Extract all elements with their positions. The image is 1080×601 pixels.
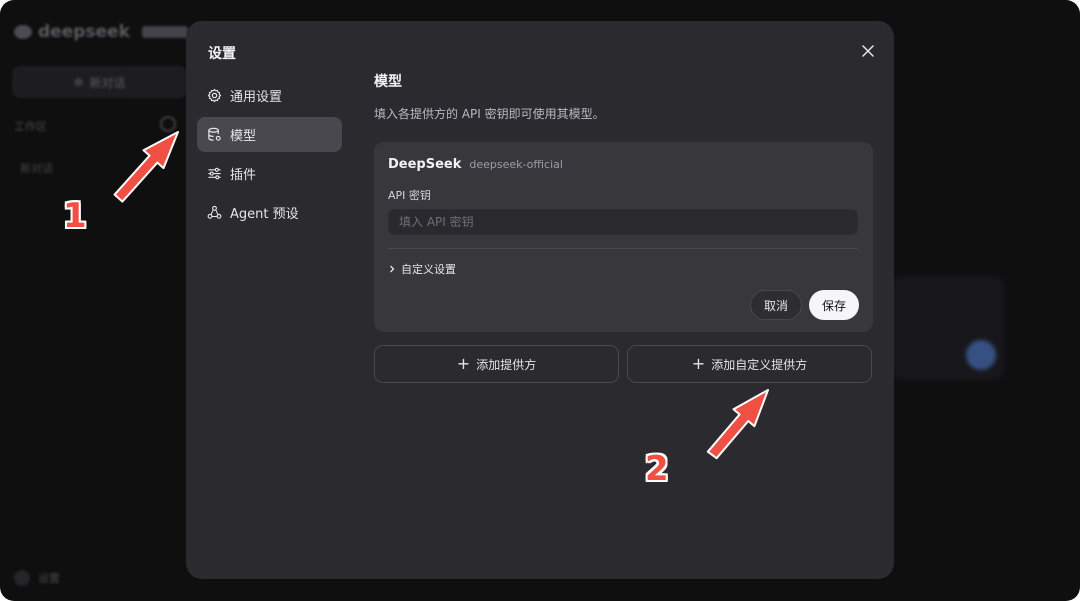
sliders-icon <box>207 166 222 181</box>
workspace-section-label: 工作区 <box>14 120 47 133</box>
background-orb <box>966 340 996 370</box>
api-key-input[interactable] <box>388 209 858 235</box>
agent-icon <box>207 205 222 220</box>
nav-item-plugins[interactable]: 插件 <box>197 156 342 191</box>
nav-item-label: Agent 预设 <box>230 207 299 222</box>
provider-header: DeepSeek deepseek-official <box>388 157 563 172</box>
new-chat-label: 新对话 <box>89 75 126 90</box>
step-2-label: 2 <box>645 449 669 489</box>
app-logo: deepseek <box>14 22 188 42</box>
add-custom-provider-label: 添加自定义提供方 <box>711 357 808 372</box>
search-icon[interactable] <box>160 116 176 132</box>
api-key-label: API 密钥 <box>388 189 431 202</box>
nav-item-models[interactable]: 模型 <box>197 117 342 152</box>
nav-item-label: 模型 <box>230 129 257 144</box>
close-button[interactable] <box>858 41 878 61</box>
app-logo-text: deepseek <box>38 22 130 42</box>
settings-content: 模型 填入各提供方的 API 密钥即可使用其模型。 DeepSeek deeps… <box>374 71 873 383</box>
chevron-right-icon <box>390 265 395 273</box>
settings-icon <box>14 570 30 586</box>
custom-settings-label: 自定义设置 <box>401 263 456 276</box>
cancel-button[interactable]: 取消 <box>750 290 802 320</box>
section-description: 填入各提供方的 API 密钥即可使用其模型。 <box>374 107 605 121</box>
section-title: 模型 <box>374 74 402 90</box>
sidebar-settings-label: 设置 <box>38 572 60 585</box>
whale-logo-icon <box>14 25 32 39</box>
settings-dialog: 设置 通用设置 模型 插件 Agent 预设 模型 填入各提供方的 API 密钥… <box>186 21 894 579</box>
provider-card: DeepSeek deepseek-official API 密钥 自定义设置 … <box>374 142 873 332</box>
plus-icon: + <box>691 354 706 373</box>
add-provider-button[interactable]: + 添加提供方 <box>374 345 619 383</box>
nav-item-general[interactable]: 通用设置 <box>197 78 342 113</box>
history-item[interactable]: 新对话 <box>20 160 53 176</box>
new-chat-icon: ⊕ <box>73 75 84 89</box>
add-custom-provider-button[interactable]: + 添加自定义提供方 <box>627 345 872 383</box>
provider-id: deepseek-official <box>469 158 563 171</box>
provider-name: DeepSeek <box>388 157 462 172</box>
database-icon <box>207 127 222 142</box>
add-provider-label: 添加提供方 <box>476 357 537 372</box>
custom-settings-toggle[interactable]: 自定义设置 <box>388 261 456 277</box>
nav-item-label: 插件 <box>230 168 257 183</box>
nav-item-label: 通用设置 <box>230 90 283 105</box>
new-chat-button[interactable]: ⊕ 新对话 <box>12 66 187 98</box>
app-window: deepseek ⊕ 新对话 工作区 新对话 设置 设置 通用设置 模型 插件 … <box>0 0 1080 601</box>
gear-icon <box>207 88 222 103</box>
nav-item-agent-presets[interactable]: Agent 预设 <box>197 195 342 230</box>
close-icon <box>862 45 874 57</box>
settings-nav: 通用设置 模型 插件 Agent 预设 <box>197 78 342 234</box>
sidebar-settings-button[interactable]: 设置 <box>14 570 60 586</box>
plus-icon: + <box>456 354 471 373</box>
card-divider <box>388 248 858 249</box>
save-button[interactable]: 保存 <box>809 290 859 320</box>
step-1-label: 1 <box>63 196 87 236</box>
dialog-title: 设置 <box>208 46 236 62</box>
version-badge <box>141 26 188 38</box>
background-sidebar: deepseek ⊕ 新对话 工作区 新对话 设置 <box>0 0 190 601</box>
